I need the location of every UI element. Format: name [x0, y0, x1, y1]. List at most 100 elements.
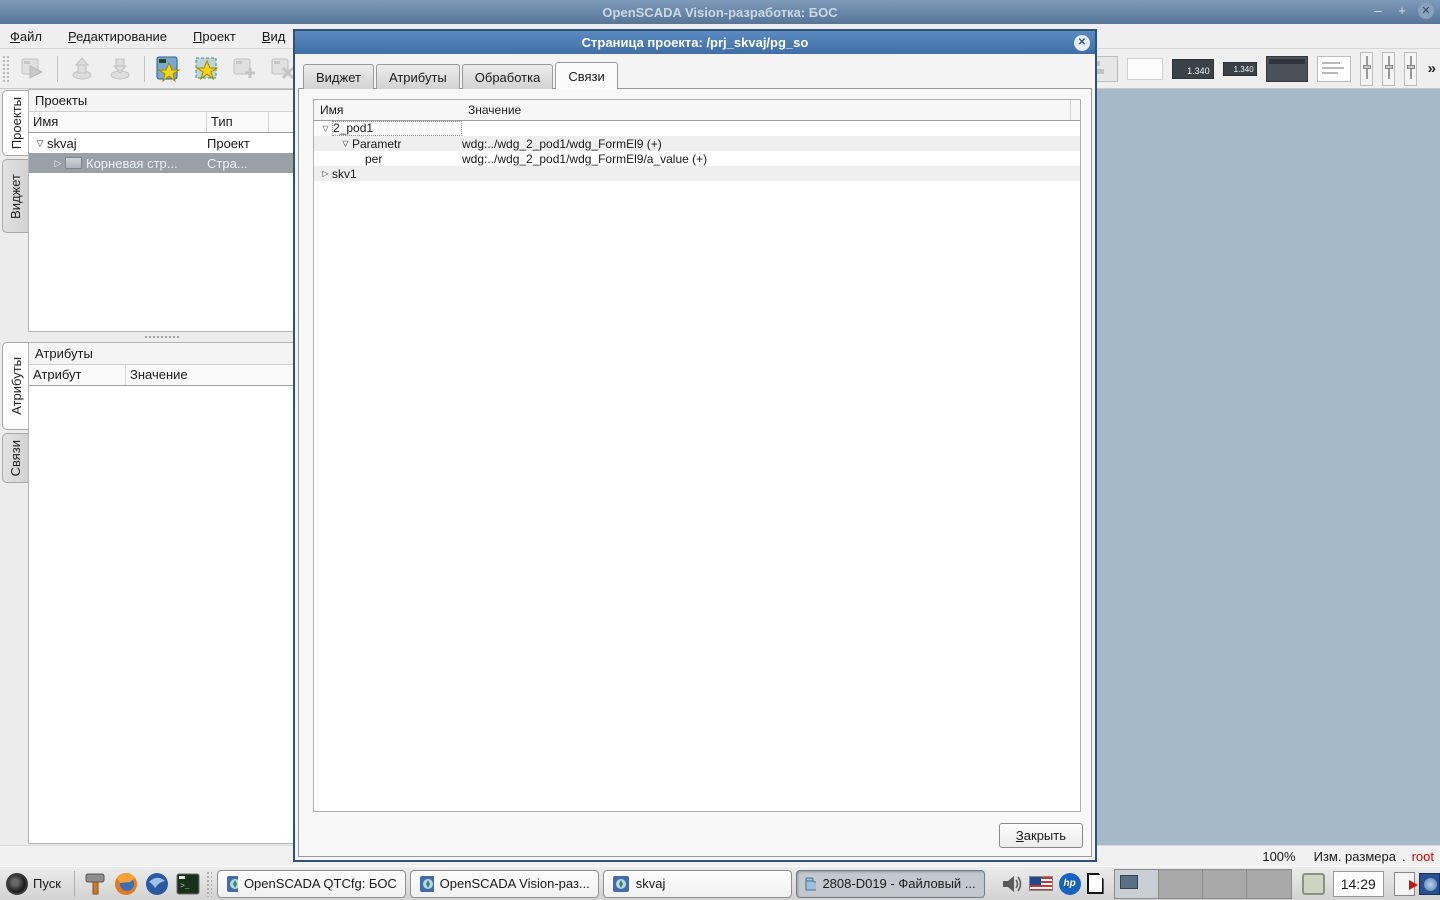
vertical-slider-widget-button[interactable]	[1404, 52, 1417, 86]
blank-widget-button[interactable]	[1127, 58, 1163, 80]
tab-attributes[interactable]: Атрибуты	[2, 342, 29, 430]
tab-projects[interactable]: Проекты	[2, 90, 29, 156]
table-row[interactable]: ▽2_pod1	[314, 121, 1080, 136]
expander-open-icon[interactable]: ▽	[33, 138, 47, 149]
new-widget-button[interactable]	[191, 53, 223, 85]
firefox-icon	[114, 872, 138, 896]
user-label[interactable]: root	[1412, 849, 1434, 864]
close-icon[interactable]: ✕	[1418, 3, 1434, 19]
list-widget-button[interactable]	[1317, 56, 1351, 82]
links-tab-pane: Имя Значение ▽2_pod1 ▽Parametr wdg:../wd…	[298, 88, 1092, 857]
attributes-panel: Атрибуты Атрибут Значение	[28, 342, 295, 844]
terminal-icon: >_	[176, 872, 200, 896]
toolbar-overflow-button[interactable]: »	[1428, 60, 1436, 77]
panel-splitter[interactable]	[28, 332, 295, 342]
tool-icon	[84, 872, 106, 896]
keyboard-layout-flag-icon[interactable]	[1029, 876, 1053, 891]
expander-closed-icon[interactable]: ▷	[51, 158, 65, 169]
hp-icon[interactable]: hp	[1059, 873, 1081, 895]
tab-processing[interactable]: Обработка	[462, 64, 554, 89]
column-header-type[interactable]: Тип	[207, 112, 269, 132]
link-value: wdg:../wdg_2_pod1/wdg_FormEl9/a_value (+…	[462, 152, 1080, 166]
page-thumbnail-icon	[65, 157, 82, 169]
desktop-2-button[interactable]	[1159, 870, 1203, 898]
new-project-button[interactable]	[153, 53, 185, 85]
tree-row[interactable]: ▽skvaj Проект	[29, 133, 294, 153]
main-titlebar[interactable]: OpenSCADA Vision-разработка: БОС – + ✕	[0, 0, 1440, 24]
window-title: OpenSCADA Vision-разработка: БОС	[0, 5, 1440, 20]
taskbar-window-filemanager[interactable]: 2808-D019 - Файловый ...	[796, 870, 985, 898]
taskbar-window-vision[interactable]: OpenSCADA Vision-раз...	[410, 870, 599, 898]
column-header-attribute[interactable]: Атрибут	[29, 365, 126, 385]
column-header-value[interactable]: Значение	[126, 365, 294, 385]
desktop-1-button[interactable]	[1115, 870, 1159, 898]
start-button[interactable]: Пуск	[0, 869, 69, 899]
network-disk-icon[interactable]	[1419, 873, 1440, 895]
link-value: wdg:../wdg_2_pod1/wdg_FormEl9 (+)	[462, 137, 1080, 151]
menu-item-project[interactable]: Проект	[193, 29, 236, 44]
screensaver-icon[interactable]	[1302, 873, 1325, 895]
column-header-name[interactable]: Имя	[314, 100, 462, 120]
tab-widget[interactable]: Виджет	[303, 64, 374, 89]
desktop: OpenSCADA Vision-разработка: БОС – + ✕ Ф…	[0, 0, 1440, 900]
table-row[interactable]: per wdg:../wdg_2_pod1/wdg_FormEl9/a_valu…	[314, 151, 1080, 166]
run-project-button[interactable]	[17, 53, 49, 85]
page-dialog: Страница проекта: /prj_skvaj/pg_so ✕ Вид…	[293, 29, 1097, 862]
expander-closed-icon[interactable]: ▷	[319, 169, 332, 178]
document-tray-icon[interactable]	[1087, 873, 1104, 894]
link-name: 2_pod1	[332, 121, 462, 136]
logout-icon[interactable]	[1394, 872, 1415, 896]
dialog-close-icon[interactable]: ✕	[1074, 35, 1090, 51]
vertical-slider-widget-button[interactable]	[1382, 52, 1395, 86]
desktop-4-button[interactable]	[1247, 870, 1291, 898]
link-name: per	[365, 152, 382, 166]
system-tray: hp	[1001, 873, 1104, 895]
mode-label: Изм. размера	[1314, 849, 1396, 864]
openscada-icon	[419, 875, 434, 893]
taskbar-clock[interactable]: 14:29	[1333, 871, 1384, 897]
dialog-titlebar[interactable]: Страница проекта: /prj_skvaj/pg_so ✕	[295, 31, 1095, 54]
expander-open-icon[interactable]: ▽	[339, 139, 352, 148]
close-dialog-button[interactable]: Закрыть	[999, 823, 1083, 848]
firefox-launcher[interactable]	[114, 871, 139, 897]
start-menu-icon	[6, 873, 28, 895]
tab-links[interactable]: Связи	[555, 62, 617, 89]
tab-attributes[interactable]: Атрибуты	[376, 64, 460, 89]
minimize-icon[interactable]: –	[1370, 3, 1386, 19]
thunderbird-launcher[interactable]	[145, 871, 170, 897]
save-button[interactable]	[104, 53, 136, 85]
lcd-display-widget-button[interactable]: 1.340	[1172, 59, 1214, 79]
menu-item-edit[interactable]: Редактирование	[68, 29, 167, 44]
desktop-3-button[interactable]	[1203, 870, 1247, 898]
maximize-icon[interactable]: +	[1394, 3, 1410, 19]
column-header-name[interactable]: Имя	[29, 112, 207, 132]
table-row[interactable]: ▽Parametr wdg:../wdg_2_pod1/wdg_FormEl9 …	[314, 136, 1080, 151]
tab-widget[interactable]: Виджет	[2, 159, 28, 233]
vertical-slider-widget-button[interactable]	[1360, 52, 1373, 86]
dialog-title: Страница проекта: /prj_skvaj/pg_so	[295, 35, 1095, 50]
widget-toolbar: 1.340 1.340 »	[1086, 49, 1436, 88]
taskbar-window-qtcfg[interactable]: OpenSCADA QTCfg: БОС	[217, 870, 406, 898]
volume-icon[interactable]	[1001, 874, 1023, 894]
paint-tool-launcher[interactable]	[83, 871, 108, 897]
toolbar-drag-handle[interactable]	[2, 55, 10, 83]
projects-panel-title: Проекты	[29, 90, 294, 112]
menu-item-view[interactable]: Вид	[262, 29, 286, 44]
start-label: Пуск	[33, 876, 61, 891]
expander-open-icon[interactable]: ▽	[319, 124, 332, 133]
taskbar: Пуск >_ OpenSCADA QTCfg: БОС OpenSCADA V…	[0, 866, 1440, 900]
column-header-value[interactable]: Значение	[462, 100, 1070, 120]
save-icon	[107, 56, 133, 82]
toolbar-separator	[144, 56, 145, 82]
dark-panel-widget-button[interactable]	[1266, 56, 1308, 82]
terminal-launcher[interactable]: >_	[175, 871, 200, 897]
tab-links[interactable]: Связи	[2, 433, 28, 483]
taskbar-window-skvaj[interactable]: skvaj	[603, 870, 792, 898]
table-row[interactable]: ▷skv1	[314, 166, 1080, 181]
menu-item-file[interactable]: Файл	[10, 29, 42, 44]
link-name: Parametr	[352, 137, 401, 151]
tree-row-selected[interactable]: ▷Корневая стр... Стра...	[29, 153, 294, 173]
small-display-widget-button[interactable]: 1.340	[1223, 62, 1257, 76]
add-widget-button[interactable]	[229, 53, 261, 85]
load-button[interactable]	[66, 53, 98, 85]
